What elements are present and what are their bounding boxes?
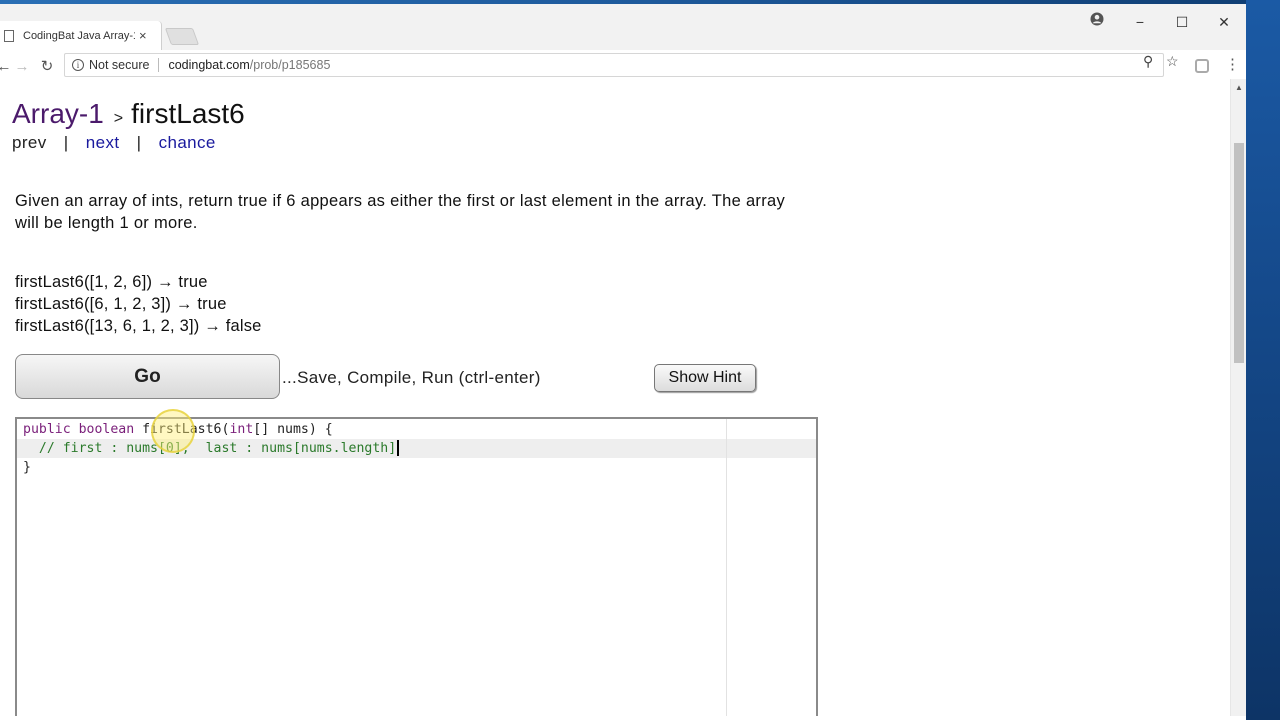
examples-list: firstLast6([1, 2, 6]) → true firstLast6(… — [15, 271, 262, 337]
url-host: codingbat.com — [168, 58, 250, 72]
chance-link[interactable]: chance — [159, 133, 216, 152]
next-link[interactable]: next — [86, 133, 120, 152]
code-keyword: public boolean — [23, 422, 135, 437]
address-bar[interactable]: i Not secure codingbat.com/prob/p185685 — [64, 53, 1164, 77]
scroll-up-arrow-icon[interactable]: ▲ — [1235, 83, 1243, 92]
show-hint-button[interactable]: Show Hint — [654, 364, 756, 392]
page-scrollbar[interactable]: ▲ — [1230, 79, 1246, 716]
print-margin — [726, 419, 727, 716]
code-line-2: // first : nums[0], last : nums[nums.len… — [23, 439, 400, 458]
security-label: Not secure — [89, 58, 150, 72]
maximize-button[interactable]: ☐ — [1162, 10, 1202, 34]
example-item: firstLast6([6, 1, 2, 3]) → true — [15, 295, 227, 313]
minimize-button[interactable]: − — [1120, 10, 1160, 34]
nav-divider: | — [136, 133, 142, 152]
problem-description: Given an array of ints, return true if 6… — [15, 192, 786, 232]
tab-close-icon[interactable]: × — [139, 28, 147, 43]
close-window-button[interactable]: ✕ — [1204, 10, 1244, 34]
code-text: [] nums) { — [253, 422, 333, 437]
page-content: Array-1 > firstLast6 prev | next | chanc… — [0, 79, 1230, 716]
tab-title: CodingBat Java Array-1 f — [23, 29, 135, 42]
breadcrumb: Array-1 > firstLast6 — [12, 98, 245, 130]
zoom-icon[interactable]: ⚲ — [1143, 53, 1153, 70]
prev-label: prev — [12, 133, 47, 152]
example-item: firstLast6([1, 2, 6]) → true — [15, 273, 208, 291]
code-text: } — [23, 460, 31, 475]
code-comment: // first : nums[0], last : nums[nums.len… — [23, 441, 397, 456]
code-line-3: } — [23, 458, 31, 477]
go-button[interactable]: Go — [15, 354, 280, 399]
code-type: int — [229, 422, 254, 437]
url-divider — [158, 58, 160, 72]
nav-divider: | — [63, 133, 69, 152]
reload-icon[interactable]: ↻ — [37, 56, 57, 76]
section-link[interactable]: Array-1 — [12, 98, 104, 130]
scroll-thumb[interactable] — [1234, 143, 1244, 363]
desktop-edge — [1246, 0, 1280, 720]
url-path: /prob/p185685 — [249, 58, 331, 72]
tab-codingbat[interactable]: CodingBat Java Array-1 f × — [0, 21, 162, 50]
problem-nav: prev | next | chance — [12, 133, 216, 153]
info-icon[interactable]: i — [72, 59, 84, 71]
extension-icon[interactable] — [1195, 59, 1209, 73]
forward-arrow-icon[interactable]: → — [12, 56, 32, 76]
title-bar: CodingBat Java Array-1 f × − ☐ ✕ — [0, 4, 1246, 50]
profile-icon[interactable] — [1088, 10, 1106, 28]
new-tab-button[interactable] — [164, 28, 200, 45]
example-item: firstLast6([13, 6, 1, 2, 3]) → false — [15, 317, 262, 335]
page-title: firstLast6 — [131, 98, 245, 129]
menu-kebab-icon[interactable]: ⋮ — [1225, 55, 1240, 73]
bookmark-star-icon[interactable]: ☆ — [1166, 53, 1179, 70]
browser-toolbar: ← → ↻ i Not secure codingbat.com/prob/p1… — [0, 50, 1246, 82]
breadcrumb-separator: > — [113, 110, 124, 127]
go-caption: ...Save, Compile, Run (ctrl-enter) — [282, 368, 541, 387]
code-editor[interactable]: public boolean firstLast6(int[] nums) { … — [15, 417, 818, 716]
cursor-highlight — [151, 409, 195, 453]
page-icon — [4, 29, 14, 42]
text-cursor — [397, 440, 400, 456]
